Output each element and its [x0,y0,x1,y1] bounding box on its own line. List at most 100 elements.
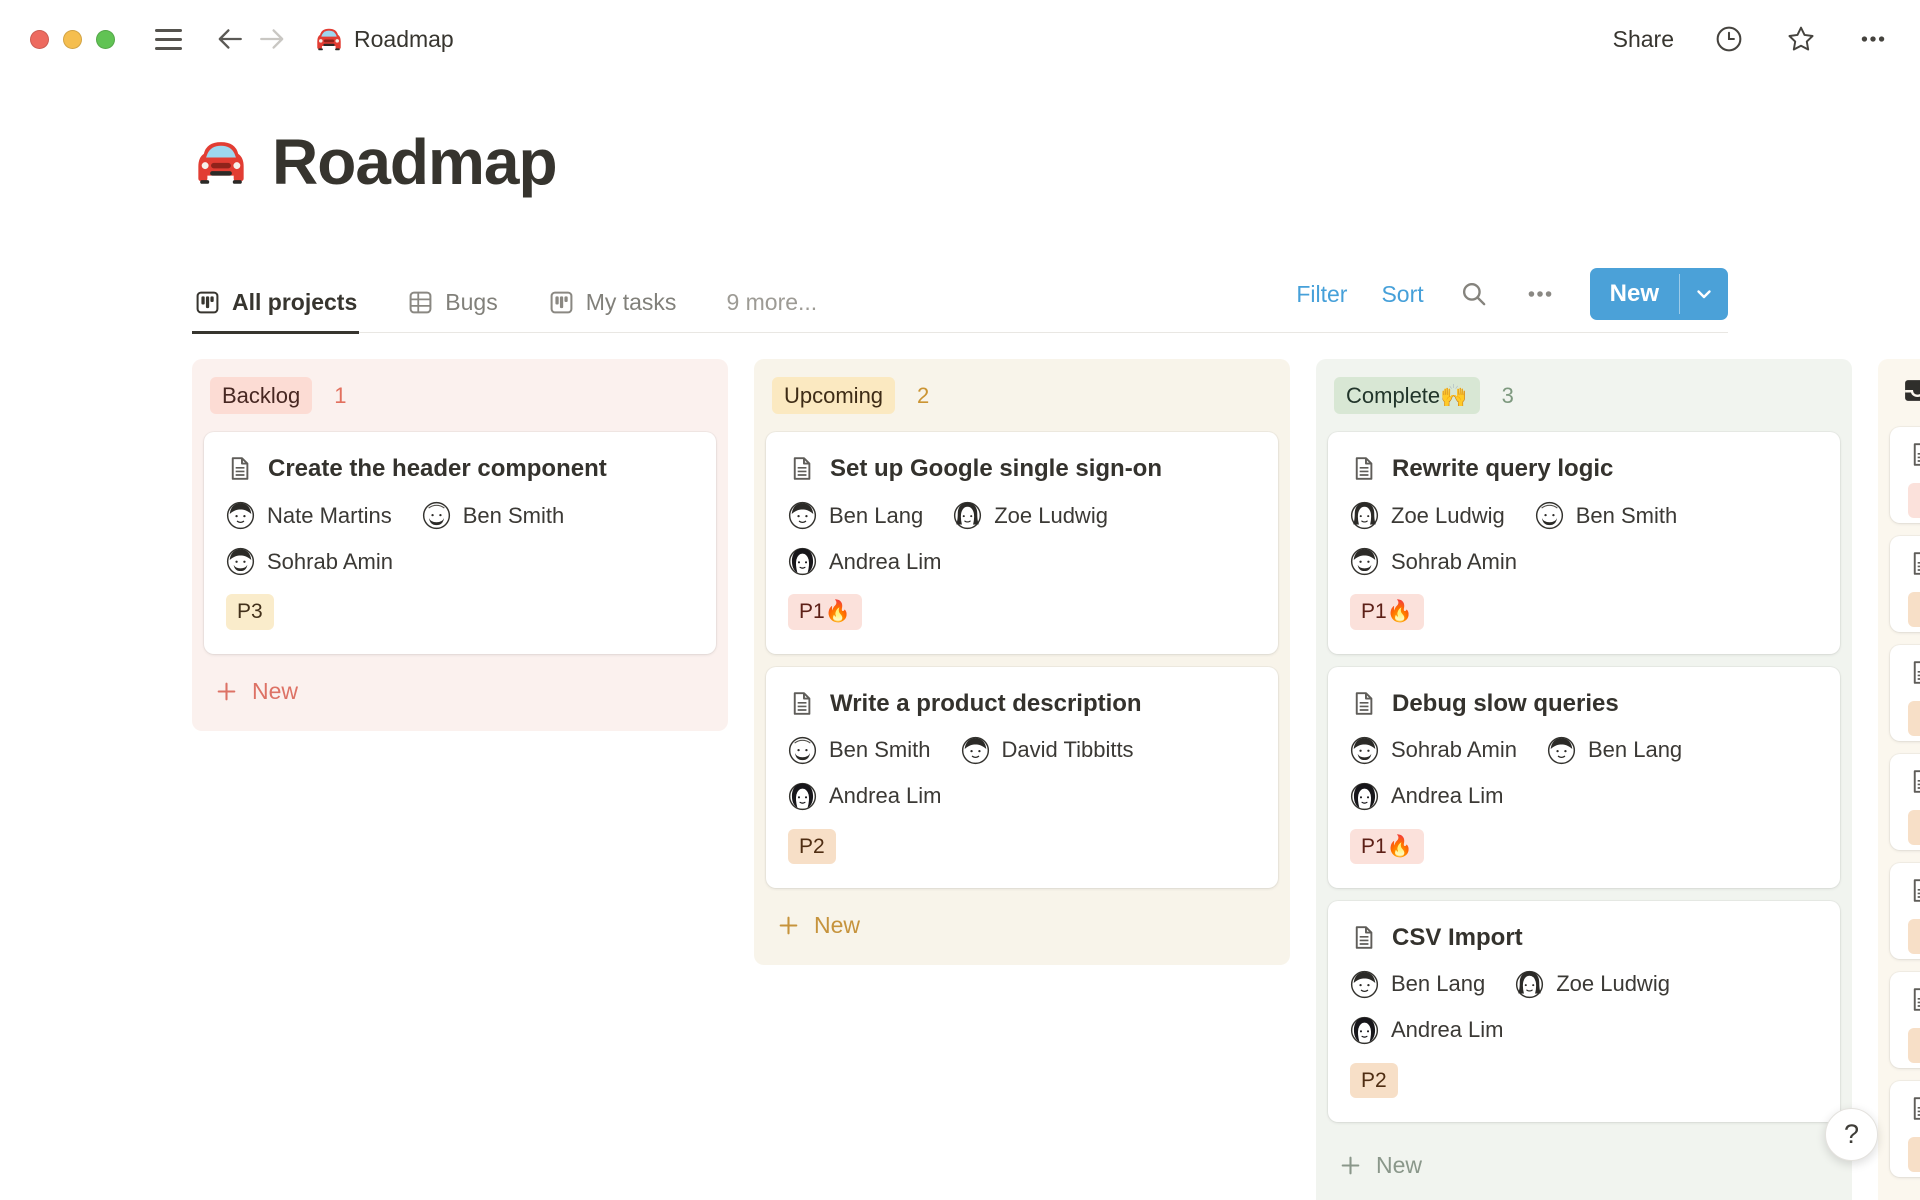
ellipsis-icon[interactable] [1524,278,1556,310]
new-button[interactable]: New [1589,268,1728,321]
traffic-light-zoom[interactable] [96,29,115,49]
avatar [1350,782,1379,811]
avatar [226,547,255,576]
avatar [1350,501,1379,530]
new-card-button[interactable]: New [206,670,714,713]
page-icon [788,455,815,482]
card[interactable]: Debug slow queries Sohrab Amin Ben Lang [1328,666,1840,888]
card[interactable]: Rewrite query logic Zoe Ludwig Ben Smith [1328,432,1840,654]
card[interactable]: P2 [1890,862,1920,959]
priority-tag: P1🔥 [1350,594,1424,630]
avatar [788,736,817,765]
new-card-button[interactable] [1892,1193,1920,1200]
share-button[interactable]: Share [1613,26,1674,53]
avatar [1350,1016,1379,1045]
column-partial: P1 P2 P2 P2 P2 P2 [1878,358,1920,1200]
card[interactable]: P2 [1890,753,1920,850]
card-title: Debug slow queries [1392,689,1619,717]
assignee: Andrea Lim [1350,1016,1504,1045]
card[interactable]: CSV Import Ben Lang Zoe Ludwig Andrea Li… [1328,900,1840,1123]
priority-tag: P1 [1908,482,1920,519]
assignee: Sohrab Amin [1350,736,1517,765]
column-status-badge[interactable]: Complete🙌 [1334,376,1480,415]
priority-tag: P2 [788,828,836,864]
updates-clock-icon[interactable] [1712,22,1746,56]
table-view-icon [407,289,434,316]
card[interactable]: P2 [1890,644,1920,741]
view-tabs-bar: All projects Bugs My tasks 9 more... Fil… [192,267,1728,334]
priority-tag: P2 [1908,1136,1920,1173]
chevron-down-icon[interactable] [1680,268,1728,320]
back-button[interactable] [214,23,246,55]
tab-all-projects[interactable]: All projects [192,289,360,334]
car-emoji-icon[interactable] [192,133,250,191]
new-card-button[interactable]: New [768,904,1276,947]
search-icon[interactable] [1458,278,1490,310]
forward-button[interactable] [256,23,288,55]
page-header: 🚗 Roadmap [192,124,1920,201]
traffic-light-close[interactable] [30,29,49,49]
kanban-board: Backlog 1 Create the header component Na… [192,358,1920,1200]
avatar [1547,736,1576,765]
avatar [1350,736,1379,765]
filter-button[interactable]: Filter [1296,281,1347,308]
card-title: Set up Google single sign-on [830,455,1163,483]
assignee: Nate Martins [226,501,392,530]
page-icon [1350,924,1377,951]
card-title: Write a product description [830,689,1142,717]
card[interactable]: P2 [1890,1080,1920,1177]
assignee: Ben Lang [1547,736,1682,765]
page-icon [1908,986,1920,1013]
column-status-badge[interactable]: Backlog [210,376,313,415]
assignee: Ben Lang [1350,970,1485,999]
assignee: Zoe Ludwig [953,501,1108,530]
page-icon [1350,690,1377,717]
board-view-icon [194,289,221,316]
sidebar-menu-icon[interactable] [149,23,188,56]
page-icon [1908,877,1920,904]
priority-tag: P3 [226,594,274,630]
breadcrumb-title: Roadmap [354,25,454,52]
traffic-light-minimize[interactable] [63,29,82,49]
card[interactable]: Create the header component Nate Martins… [204,432,716,654]
card[interactable]: Write a product description Ben Smith Da… [766,666,1278,888]
avatar [788,547,817,576]
avatar [961,736,990,765]
priority-tag: P2 [1908,700,1920,737]
plus-icon [776,913,801,938]
card[interactable]: P2 [1890,535,1920,632]
help-button[interactable]: ? [1825,1108,1878,1161]
tab-my-tasks[interactable]: My tasks [546,289,679,334]
page-title[interactable]: Roadmap [272,124,558,201]
page-icon [1908,441,1920,468]
favorite-star-icon[interactable] [1784,22,1818,56]
page-icon [226,455,253,482]
column-count: 2 [917,382,930,408]
assignee: Ben Smith [1535,501,1677,530]
card[interactable]: Set up Google single sign-on Ben Lang Zo… [766,432,1278,654]
tabs-more-button[interactable]: 9 more... [724,289,819,334]
tab-bugs[interactable]: Bugs [405,289,499,334]
assignee: Andrea Lim [788,547,942,576]
sort-button[interactable]: Sort [1381,281,1423,308]
assignee: Sohrab Amin [226,547,393,576]
new-card-button[interactable]: New [1330,1144,1838,1187]
inbox-tray-icon [1902,375,1920,406]
assignee: Ben Smith [422,501,564,530]
column-backlog: Backlog 1 Create the header component Na… [192,358,728,731]
card[interactable]: P1 [1890,426,1920,523]
plus-icon [214,679,239,704]
view-controls: Filter Sort New [1296,267,1728,332]
card[interactable]: P2 [1890,971,1920,1068]
assignee: Andrea Lim [1350,782,1504,811]
page-icon [1908,768,1920,795]
more-options-icon[interactable] [1856,22,1890,56]
breadcrumb[interactable]: Roadmap [314,24,454,54]
priority-tag: P1🔥 [788,594,862,630]
priority-tag: P2 [1908,809,1920,846]
avatar [1515,970,1544,999]
column-status-badge[interactable]: Upcoming [772,376,896,415]
arrow-right-icon [260,29,284,49]
assignee: Ben Smith [788,736,931,765]
priority-tag: P2 [1350,1062,1398,1099]
